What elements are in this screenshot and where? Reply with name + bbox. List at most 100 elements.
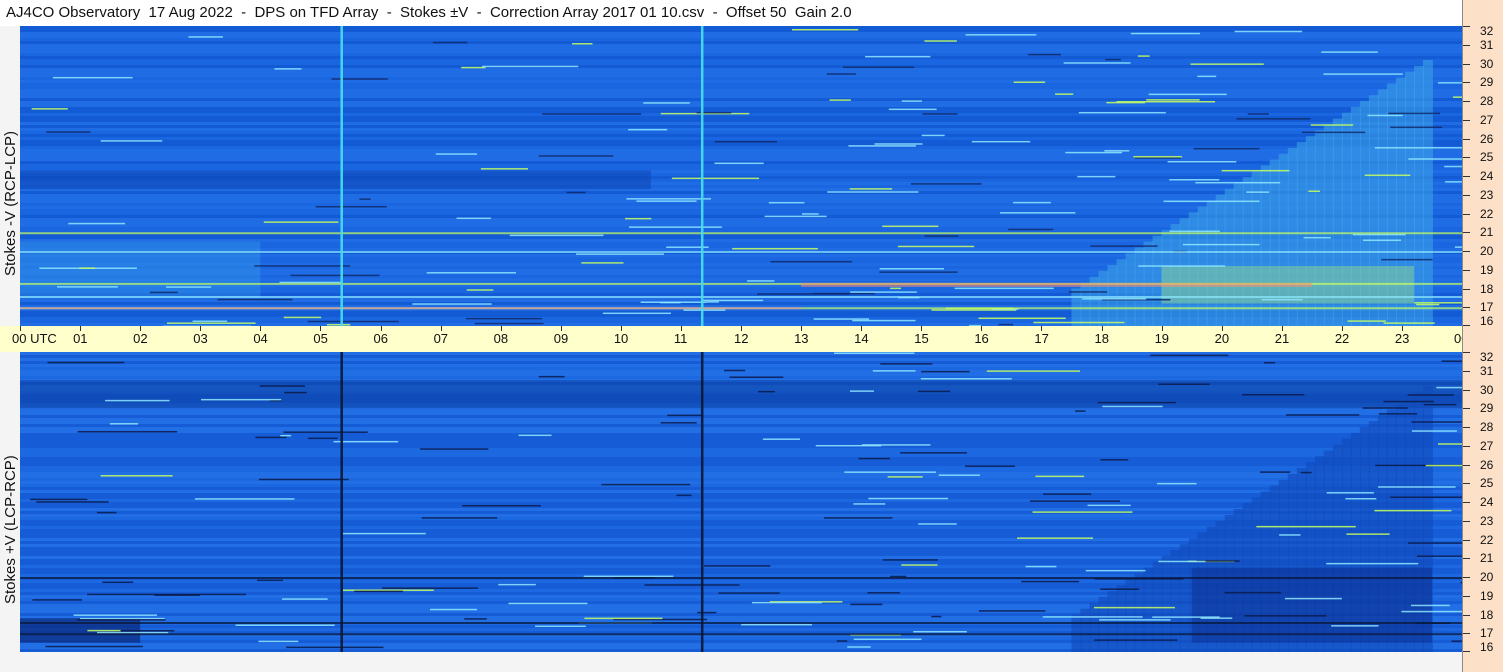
freq-band-row [20,415,1462,418]
rfi-streak [217,298,293,301]
freq-band-row [20,451,1462,454]
rfi-streak [1156,482,1197,485]
rfi-streak [1425,464,1462,467]
vertical-line [700,26,704,326]
rfi-streak [768,201,805,204]
freq-band-row [20,481,1462,484]
rfi-streak [757,390,775,393]
time-tick-label: 04 [253,331,268,346]
frequency-tick-label: 30 [1480,56,1494,71]
rfi-streak [1326,562,1419,565]
time-tick-mark [200,326,202,331]
rfi-streak [1068,291,1108,293]
rfi-streak [1452,96,1462,98]
rfi-streak [1146,99,1200,101]
rfi-streak [1100,588,1139,590]
rfi-streak [1374,147,1462,149]
freq-band-row [20,358,1462,361]
rfi-streak [341,532,426,535]
time-tick-label: 17 [1034,331,1049,346]
rfi-streak [31,108,68,110]
freq-band-row [20,427,1462,430]
rfi-streak [1075,410,1086,412]
rfi-streak [724,369,746,372]
rfi-streak [1326,492,1374,494]
rfi-streak [626,198,711,200]
rfi-streak [1102,405,1163,408]
rfi-streak [865,55,931,58]
rfi-streak [671,177,760,180]
rfi-streak [290,274,380,277]
freq-band-row [20,490,1462,493]
freq-band-row [20,56,1462,59]
time-tick-label: 08 [493,331,509,346]
frequency-tick-mark [1463,633,1470,635]
rfi-streak [1367,114,1403,117]
time-tick-label: 00 UTC [12,331,57,346]
frequency-tick-mark [1463,157,1470,159]
freq-band-row [20,167,1462,170]
frequency-tick-mark [1463,558,1470,560]
dark-band [20,170,651,190]
rfi-streak [1158,560,1206,563]
freq-band-row [20,361,1462,364]
rfi-streak [1106,101,1146,104]
time-axis: 00 UTC 01 02 03 04 05 06 07 08 09 10 11 12 13 14 15 16 17… [0,326,1498,352]
rfi-streak [924,40,957,42]
rfi-streak [538,155,614,157]
rfi-streak [792,28,859,31]
freq-band-row [20,448,1462,451]
rfi-streak [1042,616,1143,618]
rfi-streak [920,378,1012,380]
rfi-streak [255,436,287,439]
rfi-streak [1383,322,1435,324]
freq-band-row [20,101,1462,104]
frequency-tick-label: 21 [1480,225,1494,240]
freq-band-row [20,436,1462,439]
frequency-tick-label: 26 [1480,457,1494,472]
rfi-streak [704,565,771,567]
rfi-streak [1364,174,1411,177]
freq-band-row [20,430,1462,433]
rfi-line [20,622,1462,624]
rfi-streak [461,504,541,507]
rfi-streak [257,579,283,582]
rfi-streak [508,602,588,605]
freq-band-row [20,475,1462,478]
time-tick-mark [1161,326,1163,331]
ylabel-top: Stokes -V (RCP-LCP) [2,130,19,276]
rfi-streak [888,108,937,111]
rfi-streak [1013,201,1051,204]
freq-band-row [20,409,1462,412]
freq-band-row [20,41,1462,44]
time-tick-label: 12 [734,331,749,346]
frequency-tick-mark [1463,445,1470,447]
rfi-streak [274,68,302,70]
freq-band-row [20,125,1462,128]
emission-region [1116,259,1127,326]
rfi-streak [284,391,307,394]
freq-band-row [20,352,1462,355]
rfi-streak [575,253,664,255]
rfi-streak [1193,147,1260,150]
rfi-streak [921,134,945,137]
title-bar: AJ4CO Observatory 17 Aug 2022 - DPS on T… [0,0,1462,27]
rfi-streak [890,287,902,290]
rfi-streak [572,43,593,45]
rfi-streak [714,140,778,143]
freq-band-row [20,65,1462,68]
frequency-tick-mark [1463,176,1470,177]
time-tick-label: 21 [1274,331,1290,346]
freq-band-row [20,472,1462,475]
frequency-tick-mark [1463,288,1470,290]
rfi-streak [1008,228,1054,231]
time-tick-mark [1341,326,1343,331]
rfi-streak [1321,51,1378,53]
rfi-streak [602,312,671,315]
freq-band-row [20,439,1462,442]
frequency-tick-label: 20 [1480,244,1494,258]
rfi-streak [751,601,822,604]
rfi-streak [52,76,133,79]
freq-band-row [20,424,1462,427]
rfi-streak [848,145,916,147]
